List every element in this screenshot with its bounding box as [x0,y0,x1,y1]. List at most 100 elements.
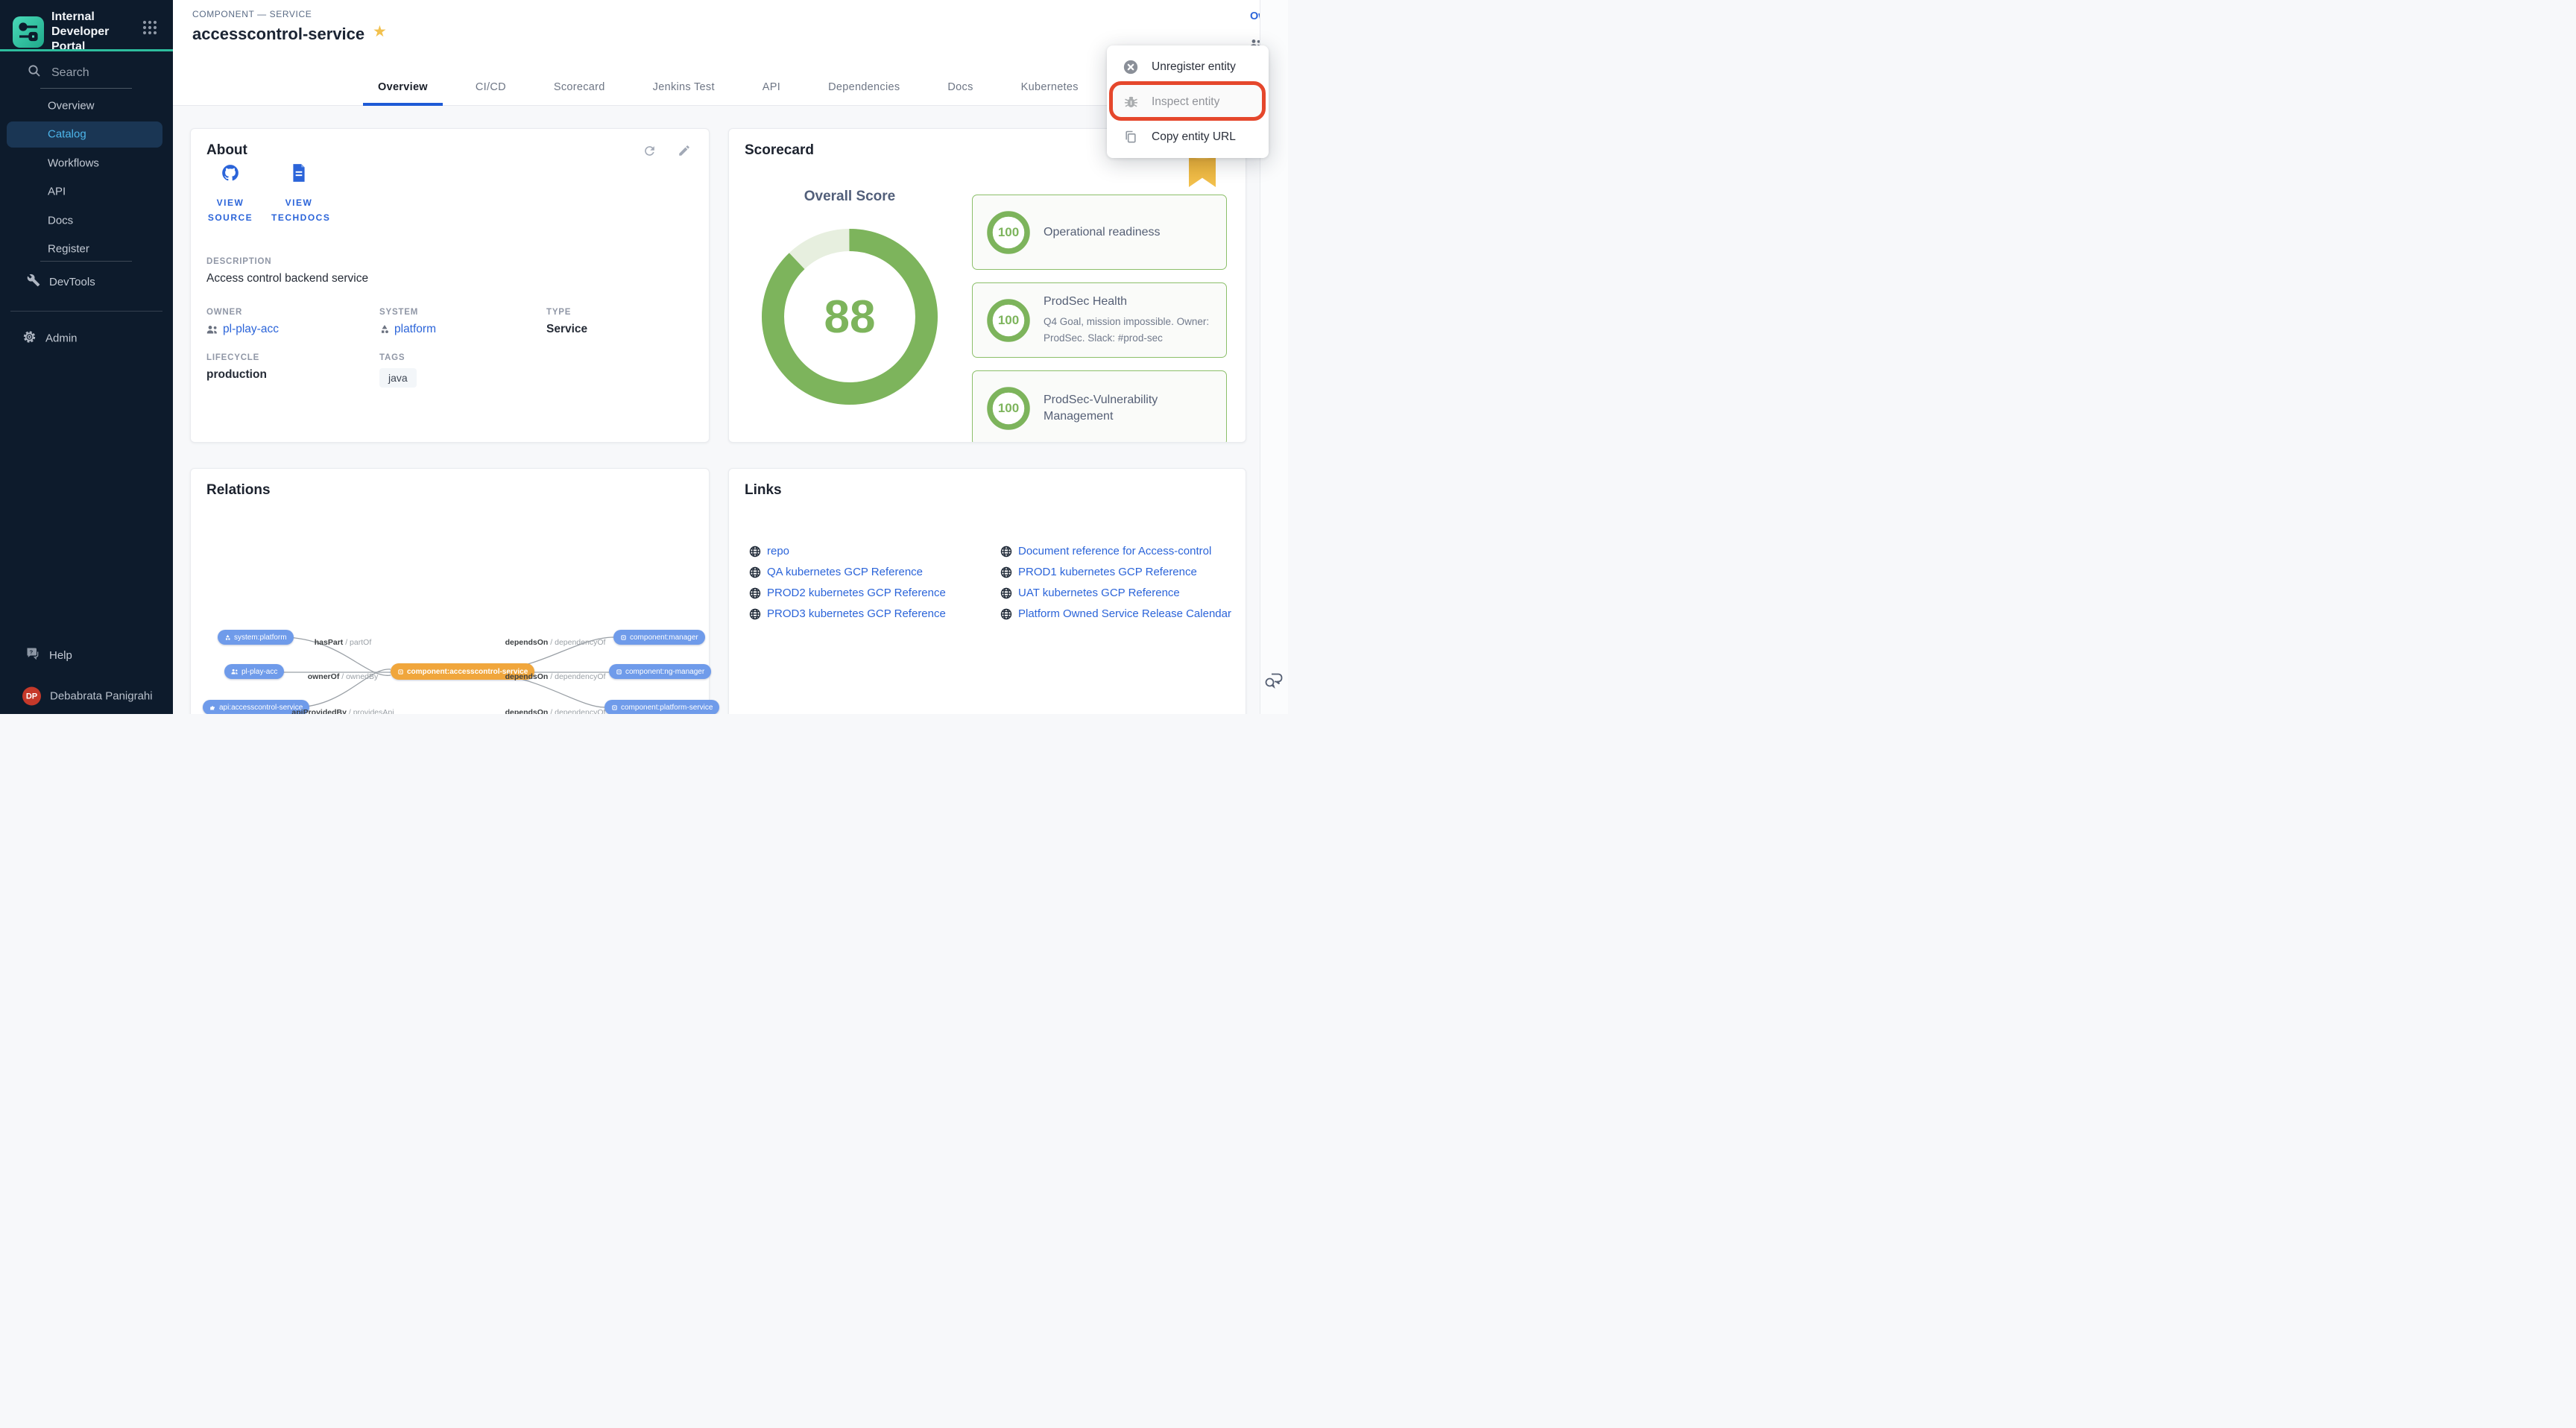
tag-chip-java[interactable]: java [379,368,417,388]
help-label: Help [49,649,72,662]
relations-card: Relations system:platform pl-play-acc ap… [190,468,710,714]
score-item-title: ProdSec Health [1044,294,1221,310]
page-title: accesscontrol-service [192,25,364,44]
lifecycle-field-value: production [206,368,267,382]
type-field-label: TYPE [546,308,587,317]
score-ring: 100 [985,297,1032,344]
copy-icon [1122,128,1140,146]
tags-field-label: TAGS [379,353,417,362]
edge-label-dependson-1: dependsOn / dependencyOf [505,638,606,647]
menu-item-unregister-entity[interactable]: Unregister entity [1107,49,1269,84]
search-underline [40,88,132,89]
edge-label-dependson-2: dependsOn / dependencyOf [505,672,606,681]
sidebar-divider-long [10,311,162,312]
tab-jenkins-test[interactable]: Jenkins Test [644,72,724,106]
globe-icon [749,587,761,599]
score-ring: 100 [985,385,1032,432]
sidebar-item-workflows[interactable]: Workflows [48,157,99,170]
tab-docs[interactable]: Docs [938,72,982,106]
overall-score-donut: 88 [753,220,947,414]
apps-grid-icon[interactable] [142,19,158,40]
links-card: Links repo QA kubernetes GCP Reference P… [728,468,1246,714]
favorite-star-icon[interactable]: ★ [373,22,387,41]
sidebar-item-docs[interactable]: Docs [48,215,73,227]
score-item-title: Operational readiness [1044,224,1221,241]
devtools-label: DevTools [49,276,95,288]
link-document-reference[interactable]: Document reference for Access-control [1000,545,1211,557]
tab-api[interactable]: API [754,72,789,106]
link-uat-kubernetes[interactable]: UAT kubernetes GCP Reference [1000,587,1180,599]
sidebar-item-overview[interactable]: Overview [48,100,95,113]
link-qa-kubernetes[interactable]: QA kubernetes GCP Reference [749,566,923,578]
view-techdocs-link[interactable]: VIEW TECHDOCS [271,163,326,225]
feedback-chat-icon[interactable] [1264,672,1284,693]
github-icon [221,173,240,186]
globe-icon [749,566,761,578]
scorecard-item-prodsec-health[interactable]: 100 ProdSec Health Q4 Goal, mission impo… [972,282,1227,358]
wrench-icon [27,274,40,290]
relation-node-component-ng-manager[interactable]: component:ng-manager [609,664,711,679]
scorecard-item-prodsec-vulnerability[interactable]: 100 ProdSec-Vulnerability Management [972,370,1227,443]
owner-field-label: OWNER [206,308,279,317]
tab-cicd[interactable]: CI/CD [467,72,515,106]
people-icon [231,669,239,674]
entity-context-menu: Unregister entity Inspect entity [1107,45,1269,158]
score-ring: 100 [985,209,1032,256]
globe-icon [749,608,761,620]
scorecard-item-operational-readiness[interactable]: 100 Operational readiness [972,195,1227,270]
owner-field-value[interactable]: pl-play-acc [206,323,279,336]
app-title: Internal Developer Portal [51,10,139,54]
tab-dependencies[interactable]: Dependencies [819,72,909,106]
about-card: About VIEW SOURCE VIEW TECHDOCS DESCRIPT… [190,128,710,443]
search-label: Search [51,66,89,80]
link-repo[interactable]: repo [749,545,789,557]
chip-icon [620,634,627,641]
sidebar-item-register[interactable]: Register [48,243,89,256]
link-prod2-kubernetes[interactable]: PROD2 kubernetes GCP Reference [749,587,946,599]
link-prod1-kubernetes[interactable]: PROD1 kubernetes GCP Reference [1000,566,1197,578]
sidebar: Internal Developer Portal Search Overvie… [0,0,173,714]
sidebar-item-catalog[interactable]: Catalog [48,128,86,141]
tab-kubernetes[interactable]: Kubernetes [1012,72,1087,106]
bug-icon [1122,93,1140,111]
breadcrumb: COMPONENT — SERVICE [192,9,312,19]
globe-icon [1000,546,1012,557]
sidebar-item-devtools[interactable]: DevTools [27,274,95,290]
view-techdocs-label: VIEW TECHDOCS [271,195,326,225]
edit-pencil-icon[interactable] [678,144,691,162]
globe-icon [1000,587,1012,599]
sidebar-search[interactable]: Search [28,64,89,81]
system-icon [379,324,390,335]
globe-icon [749,546,761,557]
relation-node-component-manager[interactable]: component:manager [613,630,705,645]
relation-node-system-platform[interactable]: system:platform [218,630,294,645]
tab-scorecard[interactable]: Scorecard [545,72,614,106]
menu-item-copy-entity-url[interactable]: Copy entity URL [1107,119,1269,154]
sidebar-item-admin[interactable]: Admin [22,330,78,347]
link-prod3-kubernetes[interactable]: PROD3 kubernetes GCP Reference [749,607,946,620]
app-logo-row[interactable]: Internal Developer Portal [13,10,162,54]
menu-item-inspect-entity[interactable]: Inspect entity [1107,84,1269,119]
refresh-icon[interactable] [643,144,657,162]
search-icon [28,64,41,81]
help-chat-icon: ? [25,646,40,664]
sidebar-item-api[interactable]: API [48,186,66,198]
docs-icon [291,173,307,186]
relation-node-component-platform-service[interactable]: component:platform-service [604,700,719,714]
score-item-description: Q4 Goal, mission impossible. Owner: Prod… [1044,314,1221,347]
overall-score-label: Overall Score [775,189,924,205]
relation-node-pl-play-acc[interactable]: pl-play-acc [224,664,284,679]
tab-overview[interactable]: Overview [369,72,437,106]
globe-icon [1000,608,1012,620]
sidebar-user[interactable]: DP Debabrata Panigrahi [22,687,153,706]
chip-icon [397,669,404,675]
sidebar-item-help[interactable]: ? Help [25,646,72,664]
sidebar-divider-short [40,261,132,262]
description-value: Access control backend service [206,272,368,285]
system-field-value[interactable]: platform [379,323,436,336]
view-source-link[interactable]: VIEW SOURCE [203,163,258,225]
user-avatar: DP [22,687,41,706]
people-icon [206,325,218,334]
link-release-calendar[interactable]: Platform Owned Service Release Calendar [1000,607,1231,620]
user-name: Debabrata Panigrahi [50,690,153,703]
